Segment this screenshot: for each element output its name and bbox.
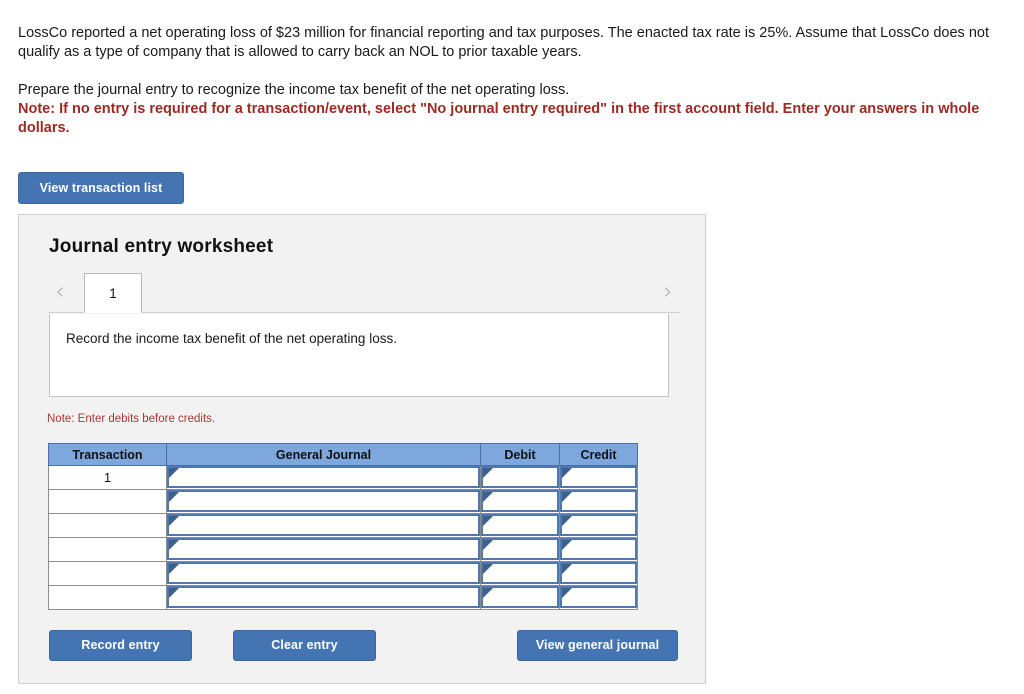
column-header-debit: Debit bbox=[480, 443, 560, 466]
record-entry-button[interactable]: Record entry bbox=[49, 630, 192, 661]
journal-entry-table: Transaction General Journal Debit Credit… bbox=[48, 443, 638, 610]
debit-cell bbox=[480, 537, 560, 562]
view-transaction-list-button[interactable]: View transaction list bbox=[18, 172, 184, 204]
debit-input[interactable] bbox=[481, 562, 559, 584]
column-header-credit: Credit bbox=[559, 443, 638, 466]
general-journal-select[interactable] bbox=[167, 562, 480, 584]
view-general-journal-button[interactable]: View general journal bbox=[517, 630, 678, 661]
general-journal-cell bbox=[166, 561, 481, 586]
general-journal-cell bbox=[166, 585, 481, 610]
credit-cell bbox=[559, 585, 638, 610]
worksheet-tab-1[interactable]: 1 bbox=[84, 273, 142, 313]
debit-input[interactable] bbox=[481, 490, 559, 512]
debit-input[interactable] bbox=[481, 538, 559, 560]
dropdown-marker-icon bbox=[169, 516, 179, 526]
column-header-general-journal: General Journal bbox=[166, 443, 481, 466]
dropdown-marker-icon bbox=[562, 540, 572, 550]
column-header-transaction: Transaction bbox=[48, 443, 167, 466]
general-journal-select[interactable] bbox=[167, 490, 480, 512]
worksheet-title: Journal entry worksheet bbox=[49, 236, 274, 257]
debit-input[interactable] bbox=[481, 586, 559, 608]
dropdown-marker-icon bbox=[483, 588, 493, 598]
dropdown-marker-icon bbox=[562, 564, 572, 574]
table-row: 1 bbox=[48, 465, 638, 490]
credit-input[interactable] bbox=[560, 562, 637, 584]
transaction-number-cell bbox=[48, 513, 167, 538]
clear-entry-button[interactable]: Clear entry bbox=[233, 630, 376, 661]
dropdown-marker-icon bbox=[483, 468, 493, 478]
table-row bbox=[48, 537, 638, 562]
tab-strip-underline bbox=[47, 312, 681, 313]
table-row bbox=[48, 561, 638, 586]
debit-cell bbox=[480, 489, 560, 514]
dropdown-marker-icon bbox=[169, 564, 179, 574]
dropdown-marker-icon bbox=[562, 492, 572, 502]
general-journal-cell bbox=[166, 537, 481, 562]
problem-statement: LossCo reported a net operating loss of … bbox=[18, 24, 998, 138]
credit-input[interactable] bbox=[560, 514, 637, 536]
credit-cell bbox=[559, 537, 638, 562]
general-journal-cell bbox=[166, 513, 481, 538]
debit-input[interactable] bbox=[481, 514, 559, 536]
dropdown-marker-icon bbox=[483, 540, 493, 550]
general-journal-cell bbox=[166, 465, 481, 490]
credit-input[interactable] bbox=[560, 490, 637, 512]
credit-cell bbox=[559, 465, 638, 490]
transaction-number-cell: 1 bbox=[48, 465, 167, 490]
entry-description-text: Record the income tax benefit of the net… bbox=[66, 331, 397, 346]
table-header-row: Transaction General Journal Debit Credit bbox=[48, 443, 638, 466]
transaction-number-cell bbox=[48, 537, 167, 562]
table-row bbox=[48, 585, 638, 610]
transaction-number-cell bbox=[48, 561, 167, 586]
credit-cell bbox=[559, 489, 638, 514]
dropdown-marker-icon bbox=[562, 516, 572, 526]
chevron-left-icon[interactable]: ‹ bbox=[47, 279, 73, 305]
dropdown-marker-icon bbox=[483, 516, 493, 526]
problem-note: Note: If no entry is required for a tran… bbox=[18, 101, 980, 136]
table-row bbox=[48, 513, 638, 538]
dropdown-marker-icon bbox=[483, 564, 493, 574]
entry-description-box: Record the income tax benefit of the net… bbox=[49, 314, 669, 397]
worksheet-tab-strip: ‹ 1 › bbox=[47, 273, 681, 313]
journal-entry-worksheet-panel: Journal entry worksheet ‹ 1 › Record the… bbox=[18, 214, 706, 684]
general-journal-select[interactable] bbox=[167, 514, 480, 536]
transaction-number-cell bbox=[48, 585, 167, 610]
debit-cell bbox=[480, 585, 560, 610]
problem-paragraph-2: Prepare the journal entry to recognize t… bbox=[18, 82, 570, 98]
chevron-right-icon[interactable]: › bbox=[655, 279, 681, 305]
credit-cell bbox=[559, 513, 638, 538]
dropdown-marker-icon bbox=[562, 588, 572, 598]
debit-cell bbox=[480, 465, 560, 490]
dropdown-marker-icon bbox=[483, 492, 493, 502]
problem-paragraph-1: LossCo reported a net operating loss of … bbox=[18, 25, 989, 60]
general-journal-select[interactable] bbox=[167, 538, 480, 560]
credit-input[interactable] bbox=[560, 586, 637, 608]
general-journal-select[interactable] bbox=[167, 466, 480, 488]
dropdown-marker-icon bbox=[169, 468, 179, 478]
general-journal-cell bbox=[166, 489, 481, 514]
credit-input[interactable] bbox=[560, 538, 637, 560]
table-row bbox=[48, 489, 638, 514]
debits-before-credits-note: Note: Enter debits before credits. bbox=[47, 413, 216, 425]
credit-input[interactable] bbox=[560, 466, 637, 488]
dropdown-marker-icon bbox=[169, 492, 179, 502]
debit-input[interactable] bbox=[481, 466, 559, 488]
dropdown-marker-icon bbox=[169, 540, 179, 550]
general-journal-select[interactable] bbox=[167, 586, 480, 608]
dropdown-marker-icon bbox=[169, 588, 179, 598]
debit-cell bbox=[480, 561, 560, 586]
credit-cell bbox=[559, 561, 638, 586]
transaction-number-cell bbox=[48, 489, 167, 514]
debit-cell bbox=[480, 513, 560, 538]
dropdown-marker-icon bbox=[562, 468, 572, 478]
